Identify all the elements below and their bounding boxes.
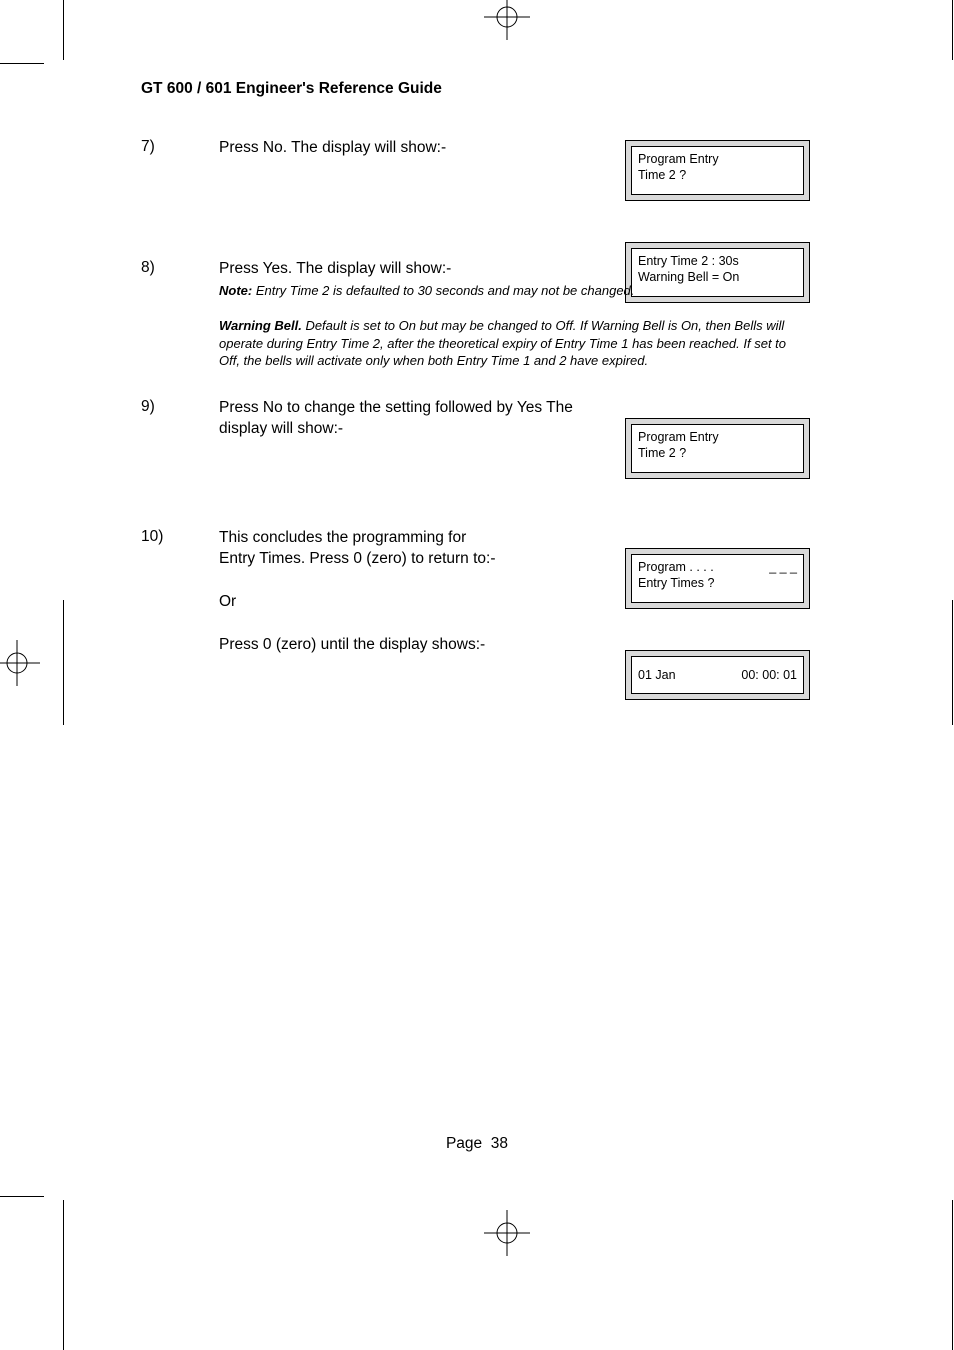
note-label: Note: [219,283,252,298]
registration-mark-icon [0,640,40,686]
step-number: 7) [141,138,219,156]
step-text: Press 0 (zero) until the display shows:- [219,635,802,656]
warning-paragraph: Warning Bell. Default is set to On but m… [219,317,804,370]
page-no: 38 [491,1135,508,1152]
crop-mark [63,1200,64,1350]
warning-label: Warning Bell. [219,318,302,333]
step-body: This concludes the programming for Entry… [219,528,810,656]
step-text: Entry Times. Press 0 (zero) to return to… [219,549,802,570]
crop-mark [0,63,44,64]
page-content: GT 600 / 601 Engineer's Reference Guide … [141,80,810,676]
step-text: Or [219,592,802,613]
crop-mark [63,0,64,60]
step-row: 10) This concludes the programming for E… [141,528,810,656]
step-row: 7) Press No. The display will show:- [141,138,810,159]
crop-mark [0,1196,44,1197]
page-header: GT 600 / 601 Engineer's Reference Guide [141,80,810,98]
step-number: 10) [141,528,219,546]
crop-mark [952,600,953,725]
step-note: Note: Entry Time 2 is defaulted to 30 se… [219,282,802,300]
note-text: Entry Time 2 is defaulted to 30 seconds … [252,283,634,298]
step-text: Press No to change the setting followed … [219,398,617,440]
step-text: Press No. The display will show:- [219,138,810,159]
step-row: 8) Press Yes. The display will show:- No… [141,259,810,299]
crop-mark [952,1200,953,1350]
step-row: 9) Press No to change the setting follow… [141,398,810,440]
crop-mark [63,600,64,725]
registration-mark-icon [484,0,530,40]
registration-mark-icon [484,1210,530,1256]
step-number: 8) [141,259,219,277]
warning-text: Default is set to On but may be changed … [219,318,786,368]
step-body: Press Yes. The display will show:- Note:… [219,259,810,299]
crop-mark [952,0,953,60]
page-number: Page 38 [0,1135,954,1153]
step-text: Press Yes. The display will show:- [219,259,802,280]
page-label: Page [446,1135,482,1152]
step-number: 9) [141,398,219,416]
step-text: This concludes the programming for [219,528,802,549]
